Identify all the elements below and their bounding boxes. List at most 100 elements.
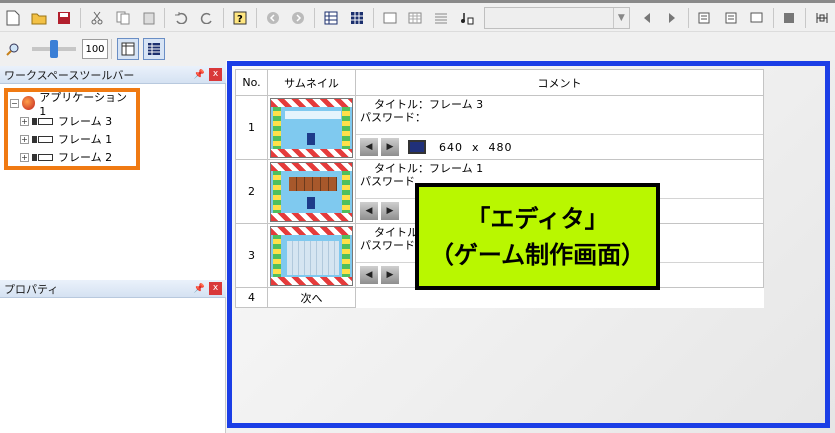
row-number: 3 [235, 223, 268, 288]
close-icon[interactable]: x [209, 282, 222, 295]
toolbar-separator [255, 7, 257, 28]
prev-triangle-icon[interactable] [636, 7, 658, 29]
table-row[interactable]: 1 タイトル：フレーム 3 パスワード： ◀ ▶ 640 x 480 [235, 95, 764, 160]
pin-icon[interactable]: 📌 [194, 284, 205, 294]
frame-thumbnail[interactable] [270, 225, 353, 286]
frame-icon [32, 135, 54, 144]
tree-node-label: フレーム 2 [58, 151, 113, 164]
empty-cell [356, 288, 764, 308]
tree-node-application[interactable]: − アプリケーション 1 [10, 91, 134, 118]
redo-icon[interactable] [196, 7, 218, 29]
frame-thumbnail[interactable] [270, 161, 353, 222]
expand-icon[interactable]: + [20, 116, 29, 126]
thumbnail-cell[interactable] [267, 223, 356, 288]
help-icon[interactable]: ? [229, 7, 251, 29]
next-triangle-icon[interactable] [662, 7, 684, 29]
undo-icon[interactable] [170, 7, 192, 29]
arrow-left-icon[interactable]: ◀ [360, 266, 378, 284]
toolbar-separator [111, 39, 112, 59]
zoom-icon[interactable] [2, 38, 24, 60]
toolbar-separator [314, 7, 316, 28]
frame-select[interactable]: ▼ [483, 6, 630, 29]
open-folder-icon[interactable] [28, 7, 50, 29]
application-icon [21, 96, 36, 110]
thumbnail-cell[interactable] [267, 95, 356, 160]
new-file-icon[interactable] [2, 7, 24, 29]
arrow-left-icon[interactable]: ◀ [360, 202, 378, 220]
zoom-toolbar: 100 [0, 34, 200, 64]
paste-icon[interactable] [138, 7, 160, 29]
note-icon[interactable] [456, 7, 478, 29]
next-frame-cell[interactable]: 次へ [267, 287, 356, 308]
header-thumbnail: サムネイル [267, 69, 356, 96]
toolbar-separator [222, 7, 224, 28]
copy-icon[interactable] [112, 7, 134, 29]
row-number: 4 [235, 287, 268, 308]
resolution-height: 480 [488, 140, 513, 154]
frame-icon [32, 153, 54, 162]
caption-line-2: （ゲーム制作画面） [429, 240, 646, 269]
close-icon[interactable]: x [209, 68, 222, 81]
back-circle-icon[interactable] [262, 7, 284, 29]
window-top-edge [0, 0, 835, 3]
save-icon[interactable] [54, 7, 76, 29]
frame-title-line: タイトル：フレーム 3 [374, 98, 484, 111]
svg-text:?: ? [237, 14, 243, 25]
cut-icon[interactable] [86, 7, 108, 29]
zoom-slider[interactable] [32, 40, 76, 58]
resolution-width: 640 [439, 140, 463, 154]
tree-node-frame[interactable]: + フレーム 1 [10, 130, 134, 148]
stop-icon[interactable] [779, 7, 801, 29]
expand-icon[interactable]: + [20, 152, 29, 162]
frame-password-line: パスワード： [360, 111, 426, 124]
project-tree: − アプリケーション 1 + フレーム 3 + フレーム 1 + フレーム 2 [4, 88, 140, 170]
monitor-icon [408, 140, 426, 154]
frame-title-line: タイトル：フレーム 1 [374, 162, 484, 175]
layout-toggle-icon[interactable] [811, 7, 833, 29]
toolbar-separator [80, 7, 82, 28]
zoom-input[interactable]: 100 [82, 39, 108, 59]
resolution-x: x [472, 140, 480, 154]
collapse-icon[interactable]: − [10, 98, 19, 108]
row-number: 1 [235, 95, 268, 160]
layout-grid-icon[interactable] [404, 7, 426, 29]
delete-frame-icon[interactable] [746, 7, 768, 29]
thumbnail-cell[interactable] [267, 159, 356, 224]
add-frame-icon[interactable] [694, 7, 716, 29]
pin-icon[interactable]: 📌 [194, 70, 205, 80]
list-view-icon[interactable] [320, 7, 342, 29]
layout-single-icon[interactable] [379, 7, 401, 29]
properties-pane-title: プロパティ [4, 282, 59, 296]
header-comment: コメント [355, 69, 764, 96]
layout-lines-icon[interactable] [430, 7, 452, 29]
frame-thumbnail[interactable] [270, 97, 353, 158]
workspace-pane-header: ワークスペースツールバー 📌 x [0, 66, 226, 84]
arrow-right-icon[interactable]: ▶ [381, 138, 399, 156]
toolbar-separator [164, 7, 166, 28]
tree-node-label: フレーム 1 [58, 133, 113, 146]
row-number: 2 [235, 159, 268, 224]
expand-icon[interactable]: + [20, 134, 29, 144]
caption-line-1: 「エディタ」 [466, 204, 609, 233]
header-no: No. [235, 69, 268, 96]
toolbar-separator [688, 7, 690, 28]
main-toolbar: ? ▼ [0, 4, 835, 32]
arrow-right-icon[interactable]: ▶ [381, 266, 399, 284]
thumbnail-view-icon[interactable] [117, 38, 139, 60]
workspace-pane-title: ワークスペースツールバー [4, 68, 135, 82]
insert-frame-icon[interactable] [720, 7, 742, 29]
chevron-down-icon[interactable]: ▼ [612, 7, 629, 28]
frame-icon [32, 117, 54, 126]
grid-view-icon[interactable] [346, 7, 368, 29]
zoom-slider-thumb[interactable] [50, 40, 58, 58]
toolbar-separator [805, 7, 807, 28]
tree-node-frame[interactable]: + フレーム 2 [10, 148, 134, 166]
forward-circle-icon[interactable] [287, 7, 309, 29]
properties-pane-body [0, 298, 226, 433]
editor-caption: 「エディタ」 （ゲーム制作画面） [415, 183, 660, 290]
arrow-left-icon[interactable]: ◀ [360, 138, 378, 156]
detail-view-icon[interactable] [143, 38, 165, 60]
toolbar-separator [372, 7, 374, 28]
arrow-right-icon[interactable]: ▶ [381, 202, 399, 220]
table-row-next[interactable]: 4 次へ [235, 287, 764, 308]
